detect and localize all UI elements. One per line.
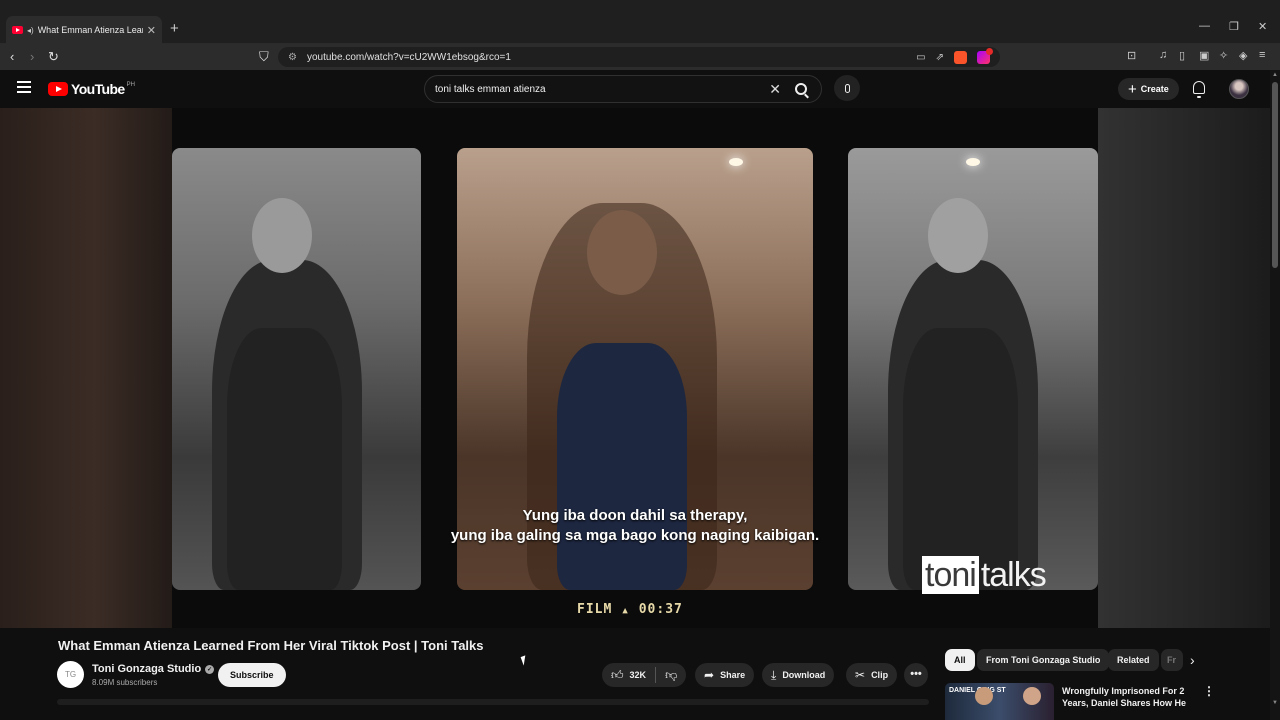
subscriber-count: 8.09M subscribers	[92, 678, 158, 687]
url-text[interactable]: youtube.com/watch?v=cU2WW1ebsog&rco=1	[307, 52, 916, 63]
download-label: Download	[782, 670, 826, 680]
verified-icon: ✓	[205, 664, 215, 674]
brave-rewards-icon[interactable]	[977, 47, 993, 64]
like-count[interactable]: 32K	[630, 670, 647, 680]
omnibox-actions: ▭ ⇗	[916, 47, 993, 64]
forward-arrow-icon[interactable]: ›	[30, 49, 34, 64]
scroll-up-icon[interactable]: ▲	[1272, 72, 1278, 78]
cast-icon[interactable]: ▭	[916, 52, 925, 63]
timecode: 00:37	[638, 602, 683, 617]
search-input[interactable]: toni talks emman atienza	[435, 84, 769, 95]
description-box[interactable]	[57, 699, 929, 705]
brave-shields-icon[interactable]	[954, 50, 967, 64]
logo-text: YouTube	[71, 81, 125, 97]
close-icon[interactable]: ✕	[147, 24, 156, 37]
wallet-icon[interactable]: ▣	[1199, 49, 1209, 62]
divider	[655, 667, 657, 683]
youtube-logo[interactable]: YouTube PH	[48, 81, 135, 97]
ambient-glow-right	[1098, 108, 1280, 628]
clip-label: Clip	[871, 670, 889, 680]
share-button[interactable]: ➦ Share	[695, 663, 755, 687]
subscribe-button[interactable]: Subscribe	[218, 663, 286, 687]
film-label: FILM	[577, 602, 613, 617]
recommendation-title[interactable]: Wrongfully Imprisoned For 2 Years, Danie…	[1062, 685, 1192, 709]
browser-tabbar: ◂) What Emman Atienza Learned From Her V…	[0, 0, 1280, 44]
vpn-icon[interactable]: ◈	[1239, 49, 1247, 62]
clear-search-icon[interactable]: ✕	[769, 81, 781, 98]
hamburger-menu-icon[interactable]	[17, 81, 31, 93]
menu-icon[interactable]: ≡	[1259, 49, 1265, 61]
avatar[interactable]	[1229, 79, 1249, 99]
browser-tab[interactable]: ◂) What Emman Atienza Learned From Her V…	[6, 16, 162, 44]
search-box[interactable]: toni talks emman atienza ✕	[424, 75, 822, 103]
tab-search-icon[interactable]: ⊡	[1127, 49, 1136, 62]
scroll-down-icon[interactable]: ▼	[1272, 700, 1278, 706]
video-frame[interactable]: Yung iba doon dahil sa therapy, yung iba…	[172, 108, 1098, 628]
youtube-favicon-icon	[12, 26, 23, 34]
thumbs-down-icon[interactable]: 👎︎	[665, 668, 677, 683]
toni-talks-watermark: toni talks	[922, 556, 1047, 595]
kebab-menu-icon[interactable]: ⋮	[1203, 684, 1215, 698]
video-title: What Emman Atienza Learned From Her Vira…	[58, 638, 484, 653]
subtitle-line: Yung iba doon dahil sa therapy,	[522, 507, 748, 524]
channel-avatar[interactable]: TG	[57, 661, 84, 688]
download-icon: ⤓	[771, 667, 777, 682]
url-bar[interactable]: ⚙ youtube.com/watch?v=cU2WW1ebsog&rco=1 …	[278, 47, 1000, 67]
music-icon[interactable]: ♫	[1159, 49, 1167, 61]
plus-icon: +	[1128, 80, 1137, 98]
leo-ai-icon[interactable]: ✧	[1219, 49, 1228, 62]
back-arrow-icon[interactable]: ‹	[10, 49, 14, 64]
youtube-header: YouTube PH toni talks emman atienza ✕ + …	[0, 70, 1280, 108]
youtube-play-icon	[48, 82, 68, 96]
share-page-icon[interactable]: ⇗	[936, 52, 944, 63]
chip-from-channel[interactable]: From Toni Gonzaga Studio	[977, 649, 1110, 671]
speaker-icon[interactable]: ◂)	[27, 26, 34, 35]
region-code: PH	[126, 81, 135, 88]
scrollbar-thumb[interactable]	[1272, 82, 1278, 268]
chip-partial[interactable]: Fr	[1161, 649, 1183, 671]
bookmark-icon[interactable]: ⛉	[259, 49, 269, 65]
restore-icon[interactable]: ❐	[1229, 20, 1239, 33]
recommendation-thumbnail[interactable]: DANIEL ORIG ST	[945, 683, 1054, 720]
mouse-cursor-icon	[520, 655, 529, 666]
share-label: Share	[720, 670, 746, 680]
video-subtitles: Yung iba doon dahil sa therapy, yung iba…	[172, 506, 1098, 546]
mic-icon[interactable]	[834, 75, 860, 101]
video-player[interactable]: Yung iba doon dahil sa therapy, yung iba…	[0, 108, 1280, 628]
chevron-right-icon[interactable]: ›	[1190, 652, 1195, 668]
channel-name[interactable]: Toni Gonzaga Studio	[92, 663, 201, 675]
scissors-icon: ✂	[855, 668, 866, 682]
download-button[interactable]: ⤓ Download	[762, 663, 835, 687]
like-dislike-group: 👍︎ 32K 👎︎	[602, 663, 687, 687]
subtitle-line: yung iba galing sa mga bago kong naging …	[450, 527, 820, 544]
channel-name-row[interactable]: Toni Gonzaga Studio ✓	[92, 663, 215, 675]
search-icon[interactable]	[795, 83, 807, 95]
more-actions-icon[interactable]: •••	[904, 663, 928, 687]
tab-title: What Emman Atienza Learned From Her Vira…	[37, 25, 143, 35]
create-label: Create	[1140, 84, 1169, 94]
ambient-glow-left	[0, 108, 172, 628]
clip-button[interactable]: ✂ Clip	[846, 663, 898, 687]
create-button[interactable]: + Create	[1118, 78, 1179, 100]
sidebar-icon[interactable]: ▯	[1179, 49, 1185, 62]
reload-icon[interactable]: ↻	[48, 49, 59, 65]
browser-toolbar: ‹ › ↻ ⛉ ⚙ youtube.com/watch?v=cU2WW1ebso…	[0, 44, 1280, 70]
bell-icon[interactable]	[1193, 81, 1205, 98]
new-tab-icon[interactable]: +	[170, 20, 179, 37]
share-icon: ➦	[704, 668, 715, 682]
chip-related[interactable]: Related	[1108, 649, 1159, 671]
film-triangle-icon: ▲	[622, 606, 629, 616]
chip-all[interactable]: All	[945, 649, 975, 671]
window-close-icon[interactable]: ✕	[1258, 20, 1267, 33]
minimize-icon[interactable]: —	[1199, 20, 1210, 32]
page-scrollbar[interactable]: ▲ ▼	[1270, 70, 1280, 720]
thumbs-up-icon[interactable]: 👍︎	[611, 668, 624, 683]
notification-dot	[986, 47, 993, 55]
film-overlay: FILM ▲ 00:37	[577, 602, 683, 617]
site-settings-icon[interactable]: ⚙	[288, 52, 297, 63]
